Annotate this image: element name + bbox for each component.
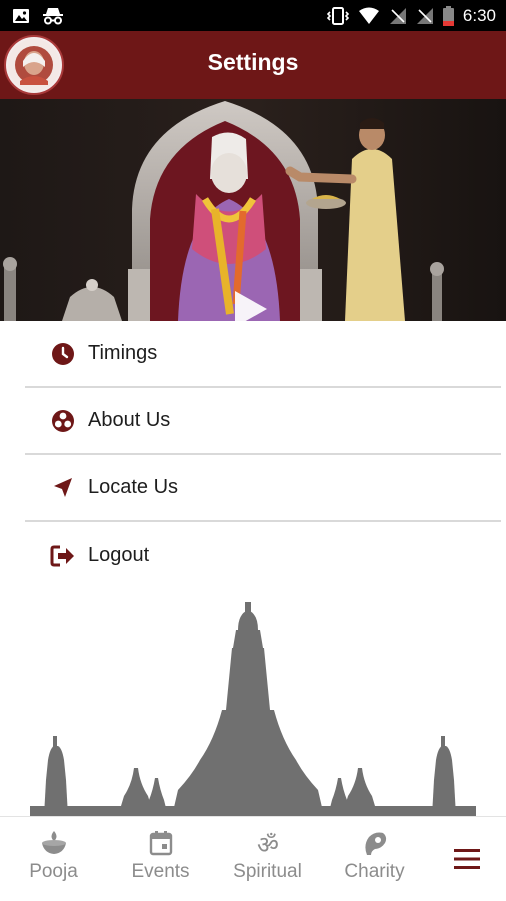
nav-tab-pooja[interactable]: Pooja xyxy=(0,817,107,901)
image-notification-icon xyxy=(13,8,29,23)
nav-tab-label: Spiritual xyxy=(233,861,302,882)
nav-tab-charity[interactable]: Charity xyxy=(321,817,428,901)
nav-tab-label: Events xyxy=(131,861,190,882)
palm-icon xyxy=(364,832,386,855)
nav-tab-events[interactable]: Events xyxy=(107,817,214,901)
status-time: 6:30 xyxy=(462,5,496,25)
nav-tab-spiritual[interactable]: ॐ Spiritual xyxy=(214,817,321,901)
battery-low-icon xyxy=(442,5,454,26)
page-title: Settings xyxy=(207,49,299,75)
menu-item-label: Timings xyxy=(88,342,158,364)
clock-icon xyxy=(50,341,76,367)
navigation-arrow-icon xyxy=(50,475,76,501)
menu-item-label: Locate Us xyxy=(88,476,179,498)
calendar-icon xyxy=(149,831,172,856)
bottom-navigation: Pooja Events ॐ Spiritual Charity xyxy=(0,816,506,901)
hamburger-menu-icon xyxy=(454,849,480,869)
om-icon: ॐ xyxy=(257,831,279,857)
hamburger-menu-button[interactable] xyxy=(428,817,506,901)
menu-item-about-us[interactable]: About Us xyxy=(25,388,501,455)
nav-tab-label: Charity xyxy=(344,861,405,882)
biohazard-icon xyxy=(50,408,76,434)
diya-icon xyxy=(41,831,66,854)
incognito-icon xyxy=(43,7,63,24)
nav-tab-label: Pooja xyxy=(29,861,78,882)
settings-menu: Timings About Us Locate Us Logout xyxy=(25,321,501,589)
wifi-icon xyxy=(358,7,379,24)
app-bar: Settings xyxy=(0,31,506,99)
menu-item-label: About Us xyxy=(88,409,171,431)
temple-video-thumbnail[interactable] xyxy=(0,99,506,321)
svg-text:ॐ: ॐ xyxy=(257,831,279,857)
cellular-no-signal-icon xyxy=(389,7,406,24)
cellular-no-signal-2-icon xyxy=(416,7,433,24)
logout-icon xyxy=(50,543,76,569)
temple-silhouette-illustration xyxy=(30,602,476,816)
vibrate-icon xyxy=(326,6,349,25)
menu-item-logout[interactable]: Logout xyxy=(25,522,501,589)
menu-item-label: Logout xyxy=(88,544,150,566)
menu-item-timings[interactable]: Timings xyxy=(25,321,501,388)
menu-item-locate-us[interactable]: Locate Us xyxy=(25,455,501,522)
play-icon[interactable] xyxy=(229,289,271,321)
status-bar: 6:30 xyxy=(0,0,506,31)
